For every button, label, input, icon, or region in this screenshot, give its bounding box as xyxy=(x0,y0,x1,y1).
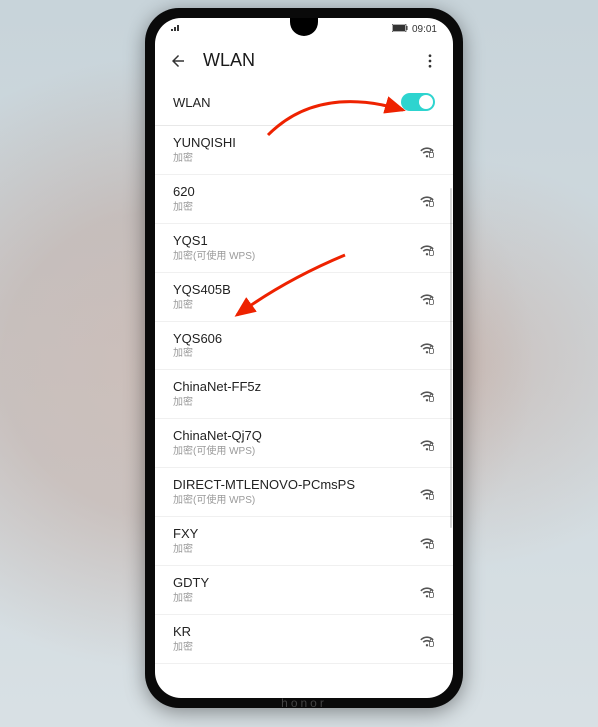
wlan-toggle-switch[interactable] xyxy=(401,93,435,111)
network-info: ChinaNet-Qj7Q加密(可使用 WPS) xyxy=(173,428,409,458)
network-security: 加密 xyxy=(173,396,409,409)
network-info: GDTY加密 xyxy=(173,575,409,605)
network-security: 加密(可使用 WPS) xyxy=(173,494,409,507)
wlan-toggle-row[interactable]: WLAN xyxy=(155,81,453,126)
scrollbar[interactable] xyxy=(450,188,452,528)
network-security: 加密 xyxy=(173,641,409,654)
wifi-lock-icon xyxy=(417,485,435,499)
network-ssid: GDTY xyxy=(173,575,409,592)
network-security: 加密 xyxy=(173,299,409,312)
network-ssid: YQS606 xyxy=(173,331,409,348)
wifi-lock-icon xyxy=(417,143,435,157)
network-item[interactable]: GDTY加密 xyxy=(155,566,453,615)
header: WLAN xyxy=(155,40,453,81)
network-list[interactable]: YUNQISHI加密620加密YQS1加密(可使用 WPS)YQS405B加密Y… xyxy=(155,126,453,698)
network-item[interactable]: YUNQISHI加密 xyxy=(155,126,453,175)
network-security: 加密 xyxy=(173,543,409,556)
wifi-lock-icon xyxy=(417,192,435,206)
network-item[interactable]: KR加密 xyxy=(155,615,453,664)
network-info: KR加密 xyxy=(173,624,409,654)
network-info: YQS1加密(可使用 WPS) xyxy=(173,233,409,263)
phone-screen: 09:01 WLAN WLAN YUNQISHI加密620加密YQS1加密(可使… xyxy=(155,18,453,698)
wifi-lock-icon xyxy=(417,290,435,304)
wifi-lock-icon xyxy=(417,583,435,597)
wifi-lock-icon xyxy=(417,534,435,548)
page-title: WLAN xyxy=(203,50,405,71)
network-ssid: YQS1 xyxy=(173,233,409,250)
network-ssid: FXY xyxy=(173,526,409,543)
phone-brand: honor xyxy=(145,696,463,710)
signal-icon xyxy=(171,24,181,35)
network-item[interactable]: FXY加密 xyxy=(155,517,453,566)
network-ssid: YQS405B xyxy=(173,282,409,299)
network-ssid: ChinaNet-Qj7Q xyxy=(173,428,409,445)
wifi-lock-icon xyxy=(417,241,435,255)
network-ssid: DIRECT-MTLENOVO-PCmsPS xyxy=(173,477,409,494)
network-info: YUNQISHI加密 xyxy=(173,135,409,165)
status-time: 09:01 xyxy=(412,24,437,35)
wifi-lock-icon xyxy=(417,436,435,450)
wlan-toggle-label: WLAN xyxy=(173,95,401,110)
more-icon[interactable] xyxy=(421,52,439,70)
network-ssid: KR xyxy=(173,624,409,641)
wifi-lock-icon xyxy=(417,632,435,646)
network-item[interactable]: YQS405B加密 xyxy=(155,273,453,322)
network-info: DIRECT-MTLENOVO-PCmsPS加密(可使用 WPS) xyxy=(173,477,409,507)
network-item[interactable]: DIRECT-MTLENOVO-PCmsPS加密(可使用 WPS) xyxy=(155,468,453,517)
phone-frame: 09:01 WLAN WLAN YUNQISHI加密620加密YQS1加密(可使… xyxy=(145,8,463,708)
network-item[interactable]: YQS606加密 xyxy=(155,322,453,371)
network-ssid: ChinaNet-FF5z xyxy=(173,379,409,396)
network-info: YQS606加密 xyxy=(173,331,409,361)
wifi-lock-icon xyxy=(417,339,435,353)
network-security: 加密 xyxy=(173,152,409,165)
network-security: 加密 xyxy=(173,347,409,360)
network-info: 620加密 xyxy=(173,184,409,214)
back-icon[interactable] xyxy=(169,52,187,70)
network-ssid: YUNQISHI xyxy=(173,135,409,152)
network-item[interactable]: 620加密 xyxy=(155,175,453,224)
network-info: FXY加密 xyxy=(173,526,409,556)
wifi-lock-icon xyxy=(417,387,435,401)
network-item[interactable]: YQS1加密(可使用 WPS) xyxy=(155,224,453,273)
network-ssid: 620 xyxy=(173,184,409,201)
network-security: 加密 xyxy=(173,592,409,605)
network-security: 加密 xyxy=(173,201,409,214)
network-info: ChinaNet-FF5z加密 xyxy=(173,379,409,409)
network-security: 加密(可使用 WPS) xyxy=(173,445,409,458)
battery-icon xyxy=(392,24,408,35)
network-item[interactable]: ChinaNet-FF5z加密 xyxy=(155,370,453,419)
network-item[interactable]: ChinaNet-Qj7Q加密(可使用 WPS) xyxy=(155,419,453,468)
network-security: 加密(可使用 WPS) xyxy=(173,250,409,263)
network-info: YQS405B加密 xyxy=(173,282,409,312)
